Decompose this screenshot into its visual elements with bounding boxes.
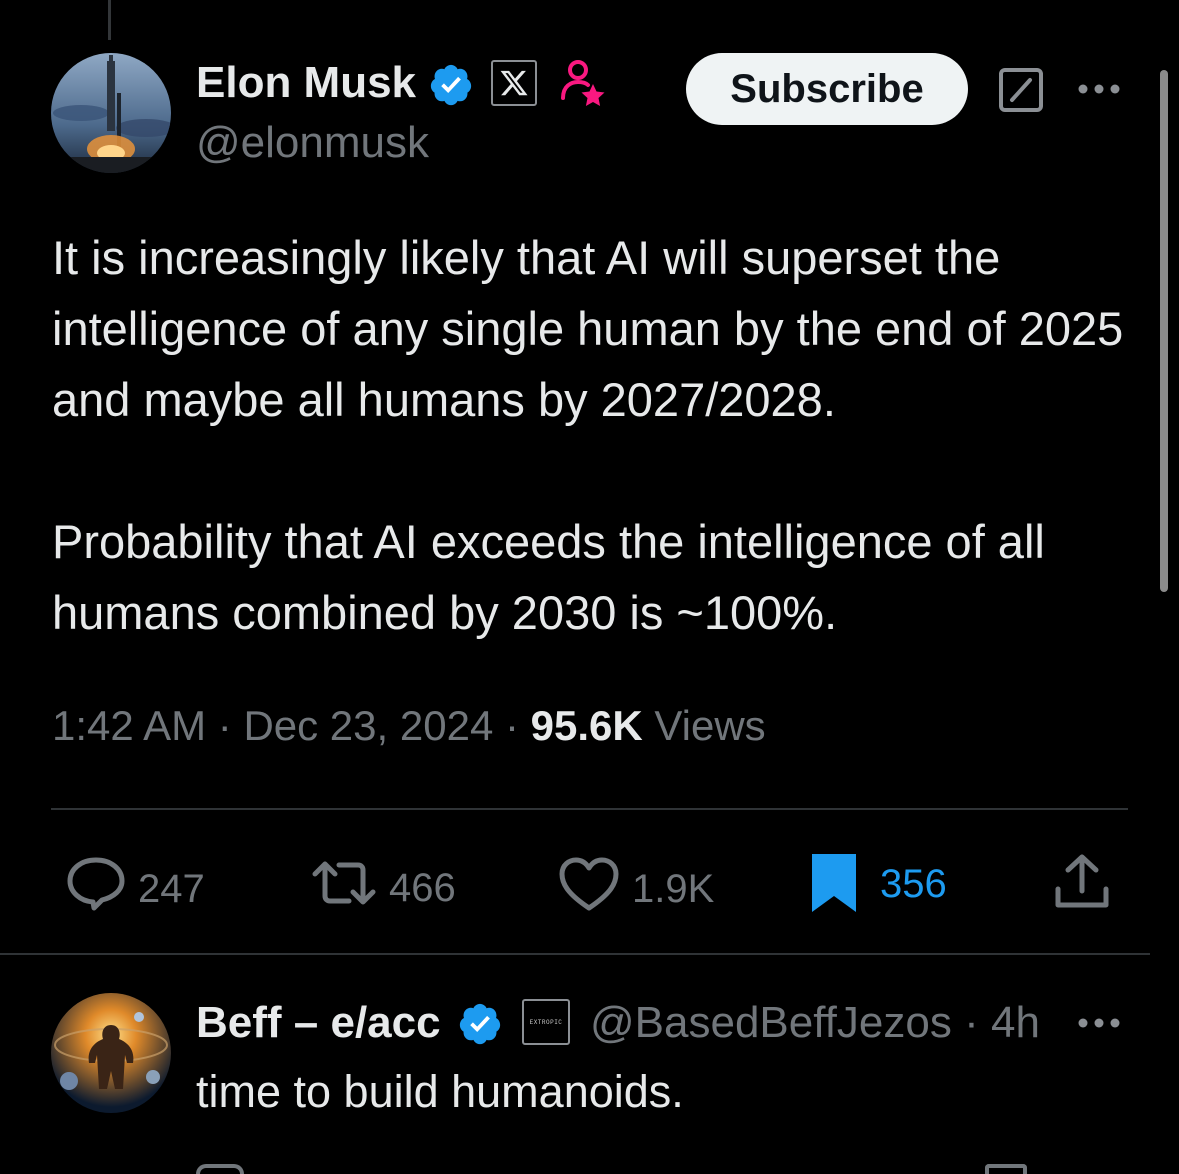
meta-separator: · xyxy=(504,702,519,749)
avatar[interactable] xyxy=(51,53,171,173)
affiliate-badge[interactable]: EXTROPIC xyxy=(522,999,570,1045)
reply-icon xyxy=(66,856,126,922)
verified-badge-icon xyxy=(428,62,474,108)
scrollbar[interactable] xyxy=(1160,70,1168,592)
repost-icon xyxy=(311,858,377,918)
verified-badge-icon xyxy=(457,1001,503,1047)
reply-meta: @BasedBeffJezos · 4h xyxy=(590,998,1040,1048)
subscriber-star-icon xyxy=(559,58,607,108)
thread-connector-line xyxy=(108,0,111,40)
reply-time[interactable]: 4h xyxy=(991,998,1040,1047)
bookmark-count: 356 xyxy=(880,862,947,906)
affiliate-badge-text: EXTROPIC xyxy=(529,1018,563,1026)
grok-icon[interactable] xyxy=(997,66,1045,114)
author-name[interactable]: Elon Musk xyxy=(196,58,416,108)
tweet-text: It is increasingly likely that AI will s… xyxy=(52,222,1142,648)
like-count: 1.9K xyxy=(632,866,715,911)
reply-text: time to build humanoids. xyxy=(196,1066,684,1117)
bookmark-button[interactable] xyxy=(810,852,858,919)
meta-separator: · xyxy=(217,702,232,749)
heart-icon xyxy=(558,856,620,922)
bookmark-icon[interactable] xyxy=(985,1164,1027,1174)
divider xyxy=(0,953,1150,955)
share-icon xyxy=(1054,854,1110,915)
reply-count: 247 xyxy=(138,866,205,911)
tweet-meta: 1:42 AM · Dec 23, 2024 · 95.6K Views xyxy=(52,702,766,750)
views-count[interactable]: 95.6K xyxy=(531,702,643,749)
views-label: Views xyxy=(654,702,766,749)
repost-button[interactable]: 466 xyxy=(311,858,456,918)
subscribe-button[interactable]: Subscribe xyxy=(686,53,968,125)
share-button[interactable] xyxy=(1054,853,1110,916)
repost-count: 466 xyxy=(389,865,456,910)
x-logo-icon[interactable] xyxy=(491,60,537,106)
like-button[interactable]: 1.9K xyxy=(558,856,714,922)
reply-avatar[interactable] xyxy=(51,993,171,1113)
divider xyxy=(51,808,1128,810)
more-icon[interactable] xyxy=(1074,74,1124,104)
reply-author-handle[interactable]: @BasedBeffJezos xyxy=(590,998,952,1047)
reply-button[interactable]: 247 xyxy=(66,856,205,922)
reply-author-name[interactable]: Beff – e/acc xyxy=(196,998,441,1048)
tweet-time[interactable]: 1:42 AM xyxy=(52,702,206,749)
tweet-date[interactable]: Dec 23, 2024 xyxy=(243,702,493,749)
meta-separator: · xyxy=(964,998,979,1047)
reply-icon[interactable] xyxy=(196,1164,244,1174)
more-icon[interactable] xyxy=(1074,1008,1124,1038)
tweet-text-paragraph-2: Probability that AI exceeds the intellig… xyxy=(52,515,1045,639)
author-handle[interactable]: @elonmusk xyxy=(196,118,429,168)
tweet-text-paragraph-1: It is increasingly likely that AI will s… xyxy=(52,231,1124,426)
bookmark-icon xyxy=(810,854,858,918)
